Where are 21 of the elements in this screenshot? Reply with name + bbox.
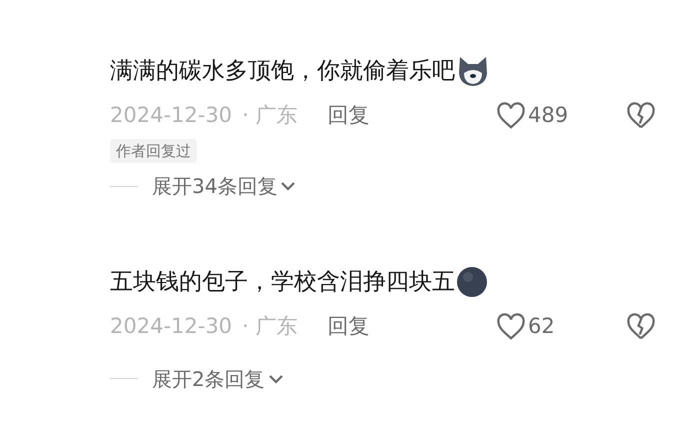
comment-text: 五块钱的包子，学校含泪挣四块五 (110, 268, 455, 297)
reply-button[interactable]: 回复 (327, 310, 370, 342)
reply-button[interactable]: 回复 (327, 100, 370, 132)
chevron-down-icon (280, 181, 296, 191)
comment-date: 2024-12-30 (110, 102, 232, 129)
like-count: 489 (528, 102, 570, 129)
author-replied-badge: 作者回复过 (110, 138, 197, 163)
chevron-down-icon (268, 374, 284, 384)
comment-location: · 广东 (242, 312, 298, 340)
broken-heart-icon[interactable] (626, 312, 656, 340)
comment-text: 满满的碳水多顶饱，你就偷着乐吧 (110, 57, 455, 86)
heart-icon[interactable] (496, 312, 526, 340)
expand-replies-button[interactable]: 展开34条回复 (152, 171, 296, 201)
like-count: 62 (528, 312, 556, 340)
dark-emoji-icon (456, 266, 488, 298)
dog-emoji-icon (456, 55, 490, 88)
comment-date: 2024-12-30 (110, 312, 232, 340)
expand-replies-button[interactable]: 展开2条回复 (152, 364, 284, 394)
heart-icon[interactable] (496, 102, 526, 130)
broken-heart-icon[interactable] (626, 102, 656, 130)
comment-location: · 广东 (242, 102, 298, 129)
